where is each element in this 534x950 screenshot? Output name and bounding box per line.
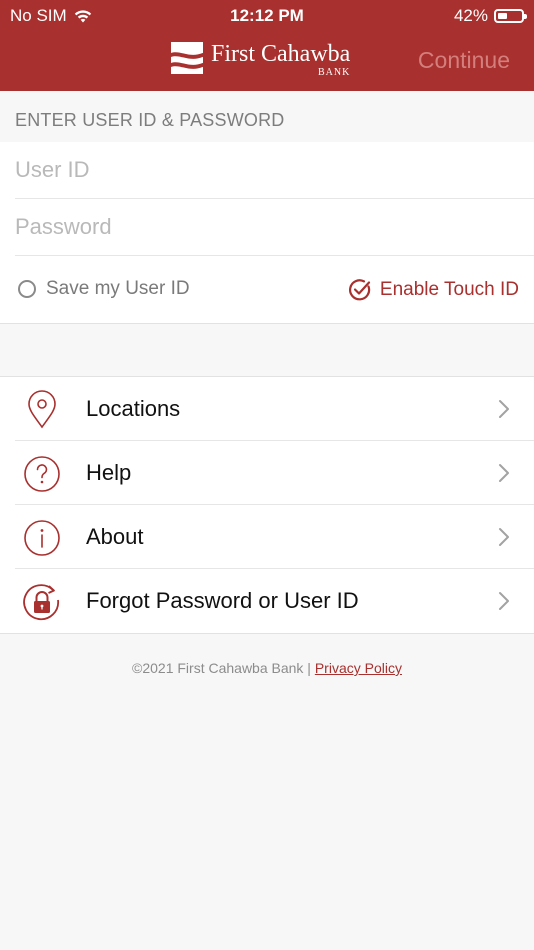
menu-item-locations[interactable]: Locations (0, 377, 534, 441)
menu-item-forgot-password[interactable]: Forgot Password or User ID (0, 569, 534, 633)
login-options-row: Save my User ID Enable Touch ID (0, 264, 534, 323)
login-section-label: ENTER USER ID & PASSWORD (15, 110, 285, 130)
save-user-id-radio[interactable] (18, 280, 36, 298)
password-field-row (15, 199, 534, 256)
question-icon (24, 456, 60, 492)
chevron-right-icon (499, 464, 509, 482)
menu-item-label: Forgot Password or User ID (86, 588, 359, 613)
user-id-input[interactable] (15, 142, 534, 198)
chevron-right-icon (499, 400, 509, 418)
copyright-text: ©2021 First Cahawba Bank | (132, 660, 315, 676)
check-circle-icon (348, 279, 371, 301)
info-icon (24, 520, 60, 556)
footer: ©2021 First Cahawba Bank | Privacy Polic… (0, 660, 534, 676)
bank-logo-mark-icon (171, 42, 203, 74)
bank-sub: BANK (317, 67, 351, 78)
bank-logo: First Cahawba BANK (171, 42, 350, 78)
location-pin-icon (28, 390, 56, 429)
battery-percent: 42% (453, 6, 488, 25)
chevron-right-icon (499, 528, 509, 546)
save-user-id-label: Save my User ID (46, 278, 190, 299)
battery-icon (494, 9, 527, 23)
bank-logo-text: First Cahawba BANK (211, 42, 350, 78)
menu-item-help[interactable]: Help (0, 441, 534, 505)
menu-item-label: About (86, 524, 144, 549)
bank-name: First Cahawba (211, 41, 351, 67)
user-id-field-row (15, 142, 534, 199)
enable-touch-id-label: Enable Touch ID (379, 279, 519, 300)
status-right: 42% (453, 6, 527, 26)
enable-touch-id-toggle[interactable]: Enable Touch ID (348, 278, 519, 302)
continue-button[interactable]: Continue (418, 47, 510, 74)
status-bar: No SIM 12:12 PM 42% (0, 5, 534, 27)
privacy-policy-link[interactable]: Privacy Policy (315, 660, 402, 676)
password-input[interactable] (15, 199, 534, 255)
chevron-right-icon (499, 592, 509, 610)
menu-item-about[interactable]: About (0, 505, 534, 569)
save-user-id-toggle[interactable]: Save my User ID (18, 278, 190, 300)
menu-item-label: Locations (86, 396, 181, 421)
lock-refresh-icon (23, 584, 59, 621)
menu-item-label: Help (86, 460, 132, 485)
app-header: No SIM 12:12 PM 42% First Cahawba BANK C… (0, 0, 534, 91)
login-form: Save my User ID Enable Touch ID (0, 142, 534, 324)
menu-list: Locations Help About Forgot Password or … (0, 376, 534, 634)
